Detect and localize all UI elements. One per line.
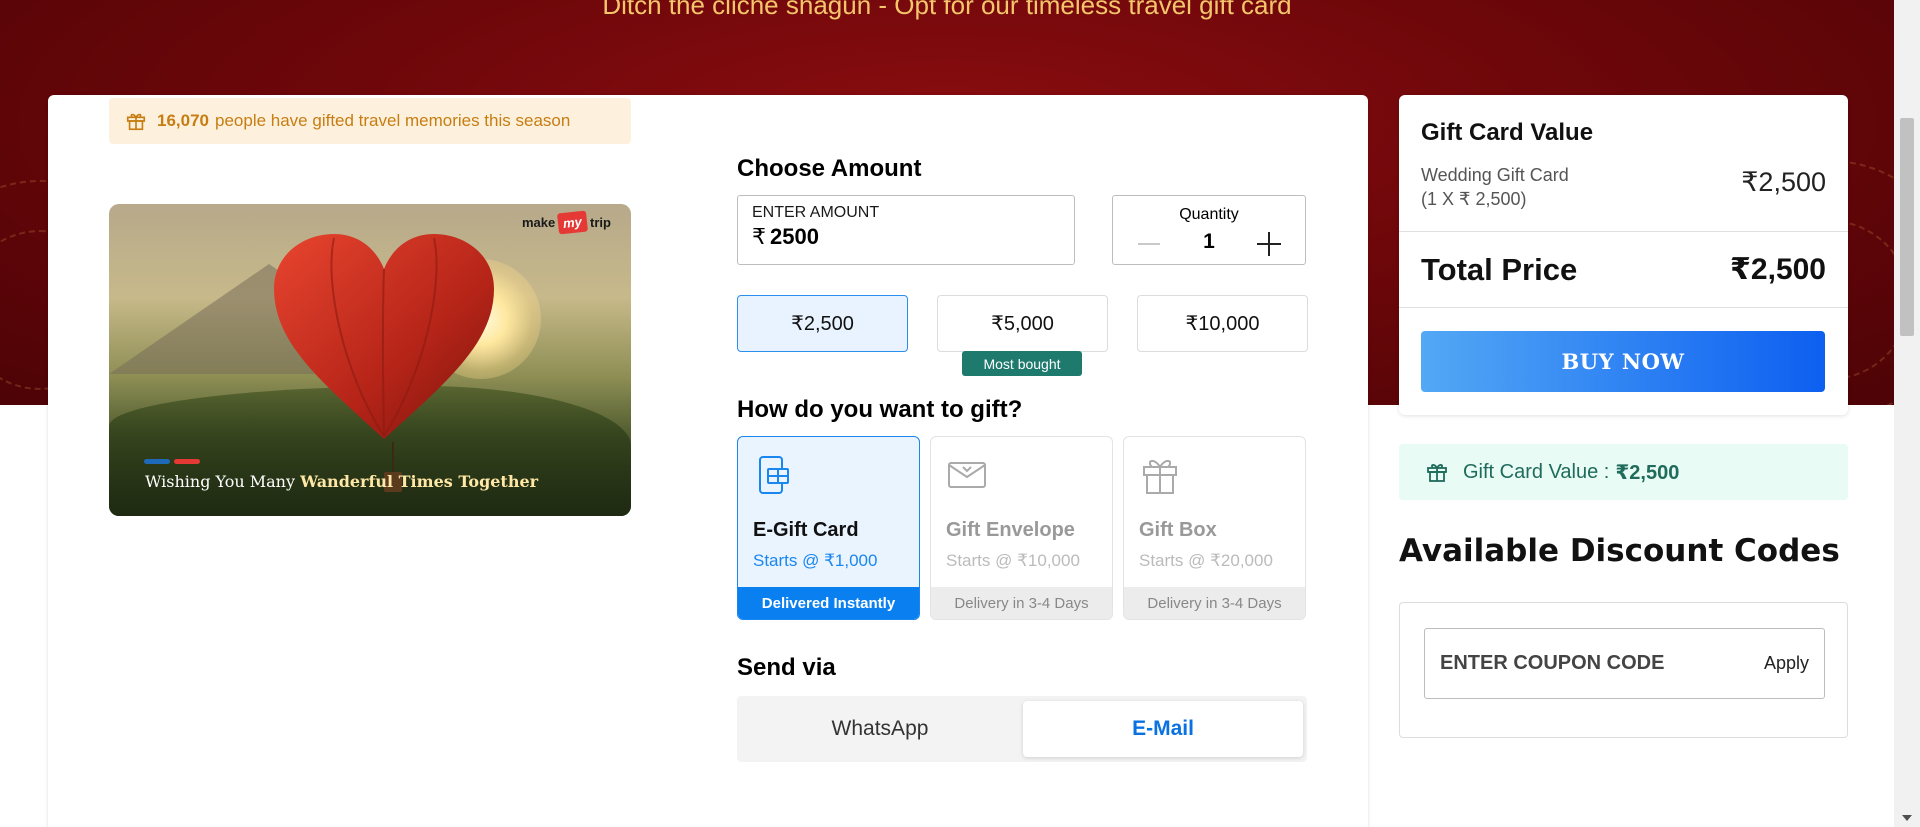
gift-card-image: make my trip Wishing You Many Wanderful … xyxy=(109,204,631,516)
carousel-dot-active[interactable] xyxy=(174,459,200,464)
coupon-input[interactable]: ENTER COUPON CODE Apply xyxy=(1424,628,1825,699)
apply-button[interactable]: Apply xyxy=(1764,653,1809,674)
gift-icon xyxy=(1427,464,1447,482)
divider xyxy=(1399,307,1848,308)
scroll-down-arrow-icon[interactable] xyxy=(1902,815,1912,821)
gifted-text: people have gifted travel memories this … xyxy=(215,111,571,130)
value-strip-amount: ₹2,500 xyxy=(1615,461,1680,484)
total-price-amount: ₹2,500 xyxy=(1730,253,1826,286)
total-price-label: Total Price xyxy=(1421,252,1578,287)
send-via-title: Send via xyxy=(737,654,836,681)
summary-item: Wedding Gift Card (1 X ₹ 2,500) xyxy=(1421,163,1569,211)
amount-input-value[interactable]: ₹2500 xyxy=(752,224,1060,250)
gift-option-price: Starts @ ₹1,000 xyxy=(753,551,878,570)
gift-option-box[interactable]: Gift Box Starts @ ₹20,000 Delivery in 3-… xyxy=(1123,436,1306,620)
tab-email[interactable]: E-Mail xyxy=(1023,701,1303,757)
summary-item-detail: (1 X ₹ 2,500) xyxy=(1421,189,1527,209)
gift-option-name: Gift Box xyxy=(1139,519,1217,541)
gift-option-delivery: Delivered Instantly xyxy=(738,587,919,619)
hero-title: Ditch the cliche shagun - Opt for our ti… xyxy=(602,0,1292,20)
coupon-placeholder[interactable]: ENTER COUPON CODE xyxy=(1440,652,1664,675)
phone-gift-icon xyxy=(759,456,789,494)
amount-input-label: ENTER AMOUNT xyxy=(752,204,880,221)
gift-option-envelope[interactable]: Gift Envelope Starts @ ₹10,000 Delivery … xyxy=(930,436,1113,620)
balloon-rope xyxy=(392,442,394,474)
hot-air-balloon xyxy=(264,224,504,494)
most-bought-badge: Most bought xyxy=(962,351,1082,376)
gift-box-icon xyxy=(1143,460,1177,494)
price-summary-card: Gift Card Value Wedding Gift Card (1 X ₹… xyxy=(1399,95,1848,415)
amount-input[interactable]: ENTER AMOUNT ₹2500 xyxy=(737,195,1075,265)
gift-option-name: Gift Envelope xyxy=(946,519,1075,541)
amount-chip-5000[interactable]: ₹5,000 xyxy=(937,295,1108,352)
scrollbar-thumb[interactable] xyxy=(1900,118,1914,336)
carousel-dots[interactable] xyxy=(144,459,200,464)
summary-item-amount: ₹2,500 xyxy=(1741,167,1826,197)
gift-option-delivery: Delivery in 3-4 Days xyxy=(931,587,1112,619)
gift-card-value-strip: Gift Card Value : ₹2,500 xyxy=(1399,444,1848,500)
summary-title: Gift Card Value xyxy=(1421,119,1594,146)
gift-option-delivery: Delivery in 3-4 Days xyxy=(1124,587,1305,619)
quantity-label: Quantity xyxy=(1179,206,1239,223)
amount-chip-10000[interactable]: ₹10,000 xyxy=(1137,295,1308,352)
heart-balloon-icon xyxy=(274,234,494,439)
coupon-card: ENTER COUPON CODE Apply xyxy=(1399,602,1848,738)
gift-option-name: E-Gift Card xyxy=(753,519,859,541)
send-via-tabs: WhatsApp E-Mail xyxy=(737,696,1307,762)
gifted-count-banner: 16,070 people have gifted travel memorie… xyxy=(109,98,631,144)
gift-option-price: Starts @ ₹10,000 xyxy=(946,551,1080,570)
carousel-dot[interactable] xyxy=(144,459,170,464)
envelope-icon xyxy=(948,462,986,488)
card-tagline: Wishing You Many Wanderful Times Togethe… xyxy=(145,472,539,491)
page-scrollbar[interactable] xyxy=(1894,0,1920,827)
plus-icon[interactable] xyxy=(1257,232,1281,256)
gift-option-egift-card[interactable]: E-Gift Card Starts @ ₹1,000 Delivered In… xyxy=(737,436,920,620)
value-strip-label: Gift Card Value : xyxy=(1463,460,1610,483)
quantity-stepper: Quantity 1 xyxy=(1112,195,1306,265)
makemytrip-logo: make my trip xyxy=(522,210,611,235)
rupee-symbol: ₹ xyxy=(752,224,766,249)
tab-whatsapp[interactable]: WhatsApp xyxy=(740,701,1020,757)
gift-icon xyxy=(126,113,146,131)
divider xyxy=(1399,231,1848,232)
discount-codes-title: Available Discount Codes xyxy=(1399,533,1840,569)
buy-now-button[interactable]: BUY NOW xyxy=(1421,331,1825,392)
amount-chip-2500[interactable]: ₹2,500 xyxy=(737,295,908,352)
summary-item-name: Wedding Gift Card xyxy=(1421,165,1569,185)
gift-method-title: How do you want to gift? xyxy=(737,396,1023,423)
gift-option-price: Starts @ ₹20,000 xyxy=(1139,551,1273,570)
gifted-count: 16,070 xyxy=(157,111,209,130)
choose-amount-title: Choose Amount xyxy=(737,155,922,182)
